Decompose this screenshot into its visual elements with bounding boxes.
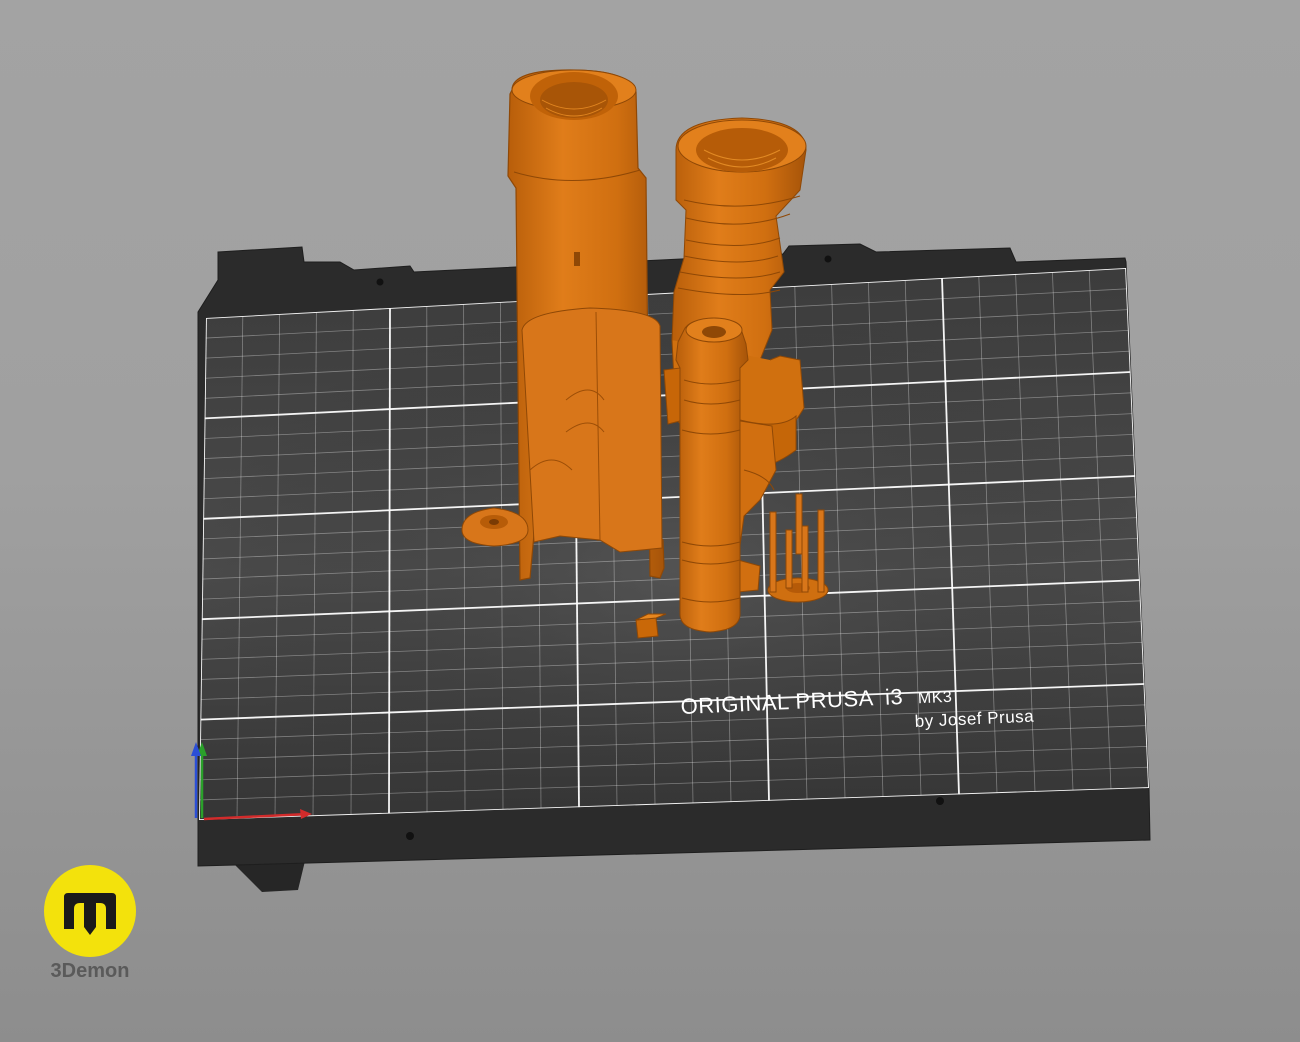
bed-variant-text: MK3 — [918, 689, 953, 708]
bed-screw-hole — [824, 255, 832, 263]
logo-badge — [44, 865, 136, 957]
logo-text: 3Demon — [50, 960, 130, 982]
bed-model-text: i3 — [885, 684, 904, 710]
bed-screw-hole — [376, 278, 384, 286]
model-inner-tube[interactable] — [675, 317, 749, 633]
3d-viewport[interactable]: ORIGINAL PRUSA i3 MK3 by Josef Prusa — [0, 0, 1300, 1042]
3demon-m-icon — [64, 893, 116, 935]
grid-line — [388, 307, 391, 814]
model-hilt-body[interactable] — [507, 69, 665, 581]
bed-screw-hole — [406, 832, 414, 840]
bed-screw-hole — [936, 797, 944, 805]
